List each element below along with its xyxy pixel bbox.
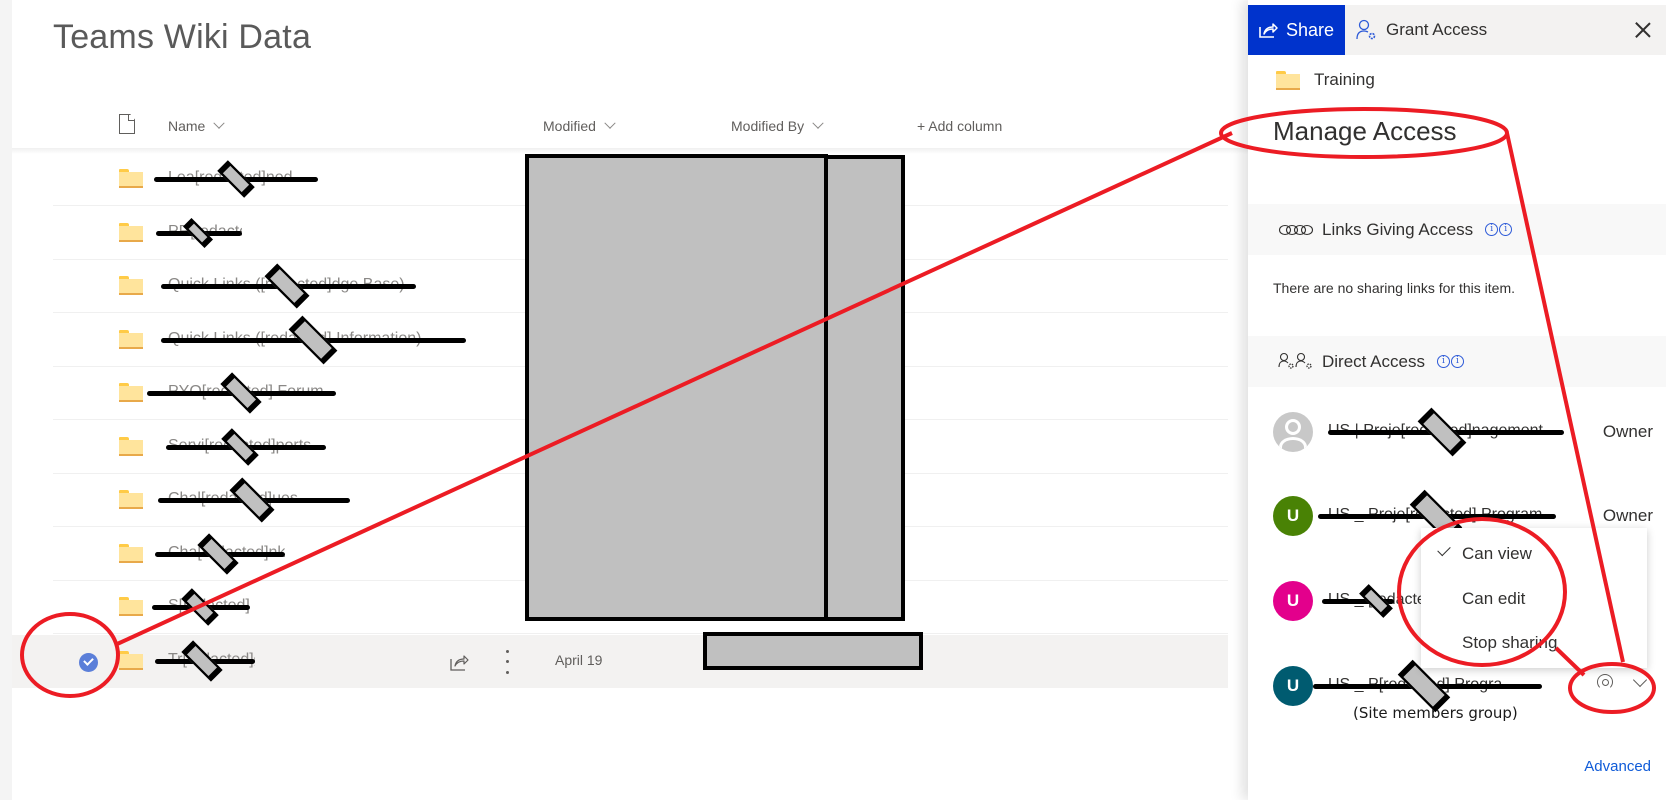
chevron-down-icon	[213, 117, 226, 129]
user-row[interactable]: U US _ P[redacted] Progra... (Site membe…	[1273, 666, 1653, 726]
column-name-label: Name	[168, 118, 206, 134]
grant-access-label: Grant Access	[1386, 20, 1488, 39]
checkmark-icon	[1437, 542, 1451, 557]
menu-item-label: Stop sharing	[1462, 633, 1558, 652]
avatar: U	[1273, 496, 1313, 536]
manage-access-title: Manage Access	[1273, 116, 1457, 146]
info-icon[interactable]: ii	[1436, 355, 1464, 368]
menu-item-label: Can view	[1462, 544, 1532, 563]
table-row[interactable]: Tr[redacted]gApril 19	[12, 634, 1228, 688]
menu-item-can-edit[interactable]: Can edit	[1421, 577, 1647, 621]
advanced-link[interactable]: Advanced	[1584, 758, 1651, 775]
folder-icon	[1276, 70, 1300, 90]
add-column-button[interactable]: + Add column	[917, 116, 1002, 136]
menu-item-stop-sharing[interactable]: Stop sharing	[1421, 621, 1647, 665]
chevron-down-icon[interactable]	[1632, 672, 1648, 688]
menu-item-can-view[interactable]: Can view	[1421, 532, 1647, 576]
folder-icon	[119, 169, 143, 188]
direct-access-section: Direct Access ii	[1248, 336, 1666, 387]
share-icon[interactable]	[449, 652, 469, 672]
eye-icon	[1597, 674, 1613, 690]
folder-icon	[119, 329, 143, 349]
info-icon[interactable]: ii	[1485, 223, 1513, 236]
shared-item-name: Training	[1314, 70, 1375, 89]
folder-icon	[119, 490, 143, 509]
left-gutter	[0, 0, 12, 800]
more-options-icon[interactable]	[504, 649, 510, 674]
avatar	[1273, 412, 1313, 452]
chevron-down-icon	[812, 117, 824, 129]
link-icon	[1278, 224, 1314, 235]
folder-icon	[119, 543, 143, 563]
column-header-modified-by[interactable]: Modified By	[731, 116, 824, 136]
links-section-label: Links Giving Access	[1322, 219, 1474, 239]
avatar: U	[1273, 581, 1313, 621]
chevron-down-icon	[604, 117, 616, 129]
redaction-block-modified	[525, 154, 828, 621]
redaction-block-selected-row	[703, 632, 923, 670]
share-label: Share	[1286, 19, 1335, 40]
folder-icon	[119, 383, 143, 402]
grant-access-button[interactable]: Grant Access	[1356, 5, 1487, 55]
folder-icon	[119, 436, 143, 456]
modified-date: April 19	[555, 651, 603, 668]
row-selected-check-icon[interactable]	[79, 652, 98, 672]
folder-icon	[119, 597, 143, 616]
links-giving-access-section: Links Giving Access ii	[1248, 204, 1666, 255]
menu-item-label: Can edit	[1462, 589, 1526, 608]
column-modified-label: Modified	[543, 118, 596, 134]
close-icon[interactable]	[1630, 17, 1656, 43]
share-tab-button[interactable]: Share	[1248, 5, 1345, 55]
permission-menu: Can view Can edit Stop sharing	[1421, 528, 1647, 668]
column-modified-by-label: Modified By	[731, 118, 805, 134]
column-header-name[interactable]: Name	[168, 116, 226, 136]
shared-item: Training	[1276, 70, 1375, 90]
share-icon	[1259, 23, 1278, 38]
people-icon	[1278, 352, 1312, 369]
avatar: U	[1273, 666, 1313, 706]
column-header-modified[interactable]: Modified	[543, 116, 616, 136]
panel-header: Share Grant Access	[1248, 5, 1666, 55]
direct-section-label: Direct Access	[1322, 351, 1425, 371]
no-links-message: There are no sharing links for this item…	[1273, 280, 1515, 296]
user-role[interactable]: Owner	[1603, 506, 1653, 526]
person-gear-icon	[1356, 19, 1376, 40]
user-role[interactable]: Owner	[1603, 422, 1653, 442]
permission-dropdown[interactable]	[1597, 672, 1648, 690]
manage-access-panel: Share Grant Access Training Manage Acces…	[1248, 0, 1666, 800]
page-title: Teams Wiki Data	[53, 18, 312, 56]
file-type-icon[interactable]	[119, 114, 135, 134]
folder-icon	[119, 222, 143, 242]
folder-icon	[119, 276, 143, 295]
redaction-block-modified-by	[824, 155, 905, 621]
folder-icon	[119, 650, 143, 670]
